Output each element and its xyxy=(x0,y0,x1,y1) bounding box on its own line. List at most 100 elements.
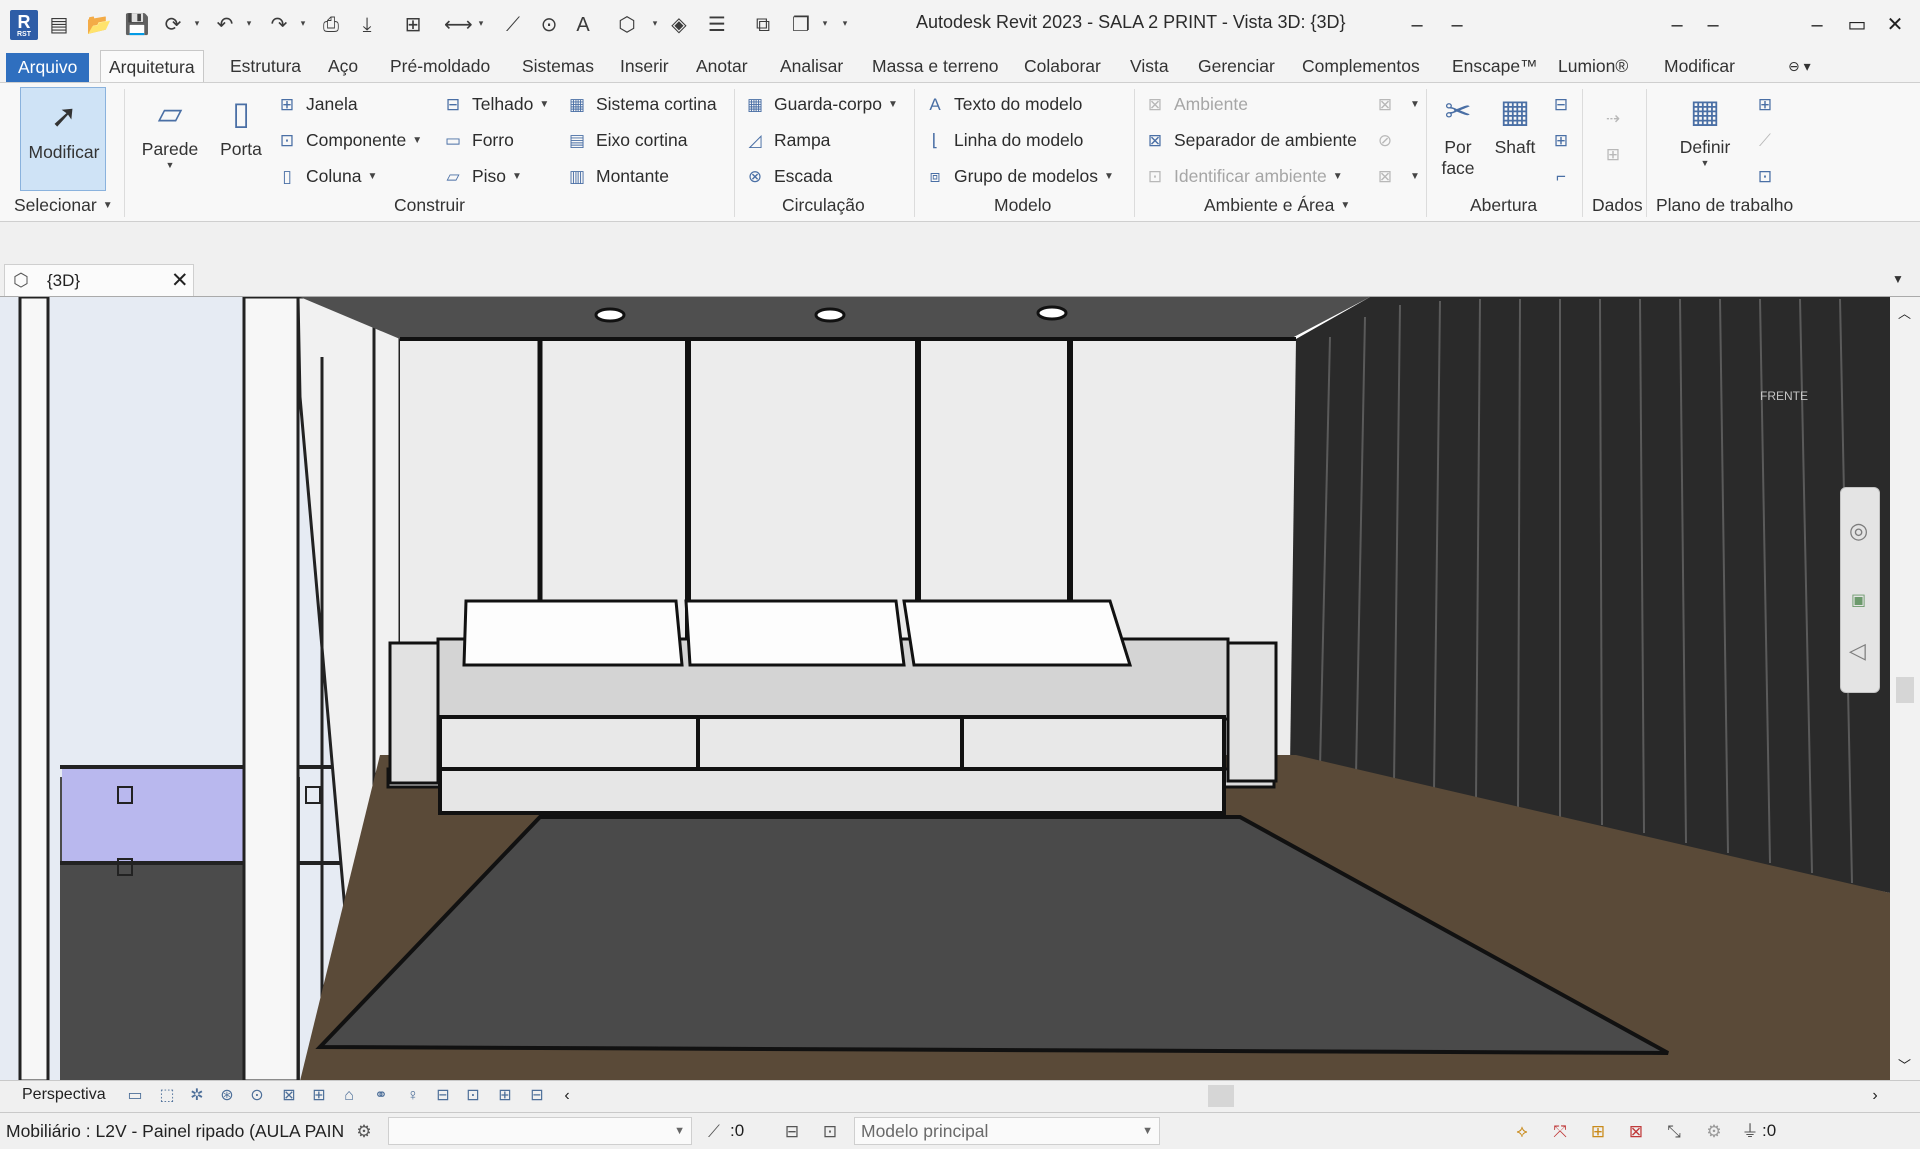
sync-icon[interactable]: ⟳ xyxy=(160,12,186,38)
tab-aco[interactable]: Aço xyxy=(320,50,366,82)
undo-dropdown-icon[interactable]: ▾ xyxy=(244,18,254,28)
measure-icon[interactable]: ⊞ xyxy=(400,12,426,38)
componente-button[interactable]: ⊡ Componente ▼ xyxy=(276,125,422,155)
forro-button[interactable]: ▭ Forro xyxy=(442,125,514,155)
3d-view-icon[interactable]: ⬡ xyxy=(614,12,640,38)
render-icon[interactable]: ⊙ xyxy=(246,1085,268,1107)
shadows-icon[interactable]: ⊛ xyxy=(216,1085,238,1107)
tab-arquivo[interactable]: Arquivo xyxy=(6,53,90,82)
spot-icon[interactable]: ⊙ xyxy=(536,12,562,38)
tab-vista[interactable]: Vista xyxy=(1122,50,1177,82)
crop-view-icon[interactable]: ⊠ xyxy=(278,1085,300,1107)
tag-area-button[interactable]: ⊠ ▼ xyxy=(1374,161,1420,191)
reveal-hidden-icon[interactable]: ♀ xyxy=(402,1085,424,1107)
show-constraints-icon[interactable]: ⊞ xyxy=(494,1085,516,1107)
close-icon[interactable]: ✕ xyxy=(1878,10,1912,40)
3d-view-dropdown-icon[interactable]: ▾ xyxy=(650,18,660,28)
design-options-icon[interactable]: ⊟ xyxy=(780,1120,804,1144)
sync-dropdown-icon[interactable]: ▾ xyxy=(192,18,202,28)
scroll-down-icon[interactable]: ﹀ xyxy=(1898,1055,1911,1074)
3d-viewport[interactable]: FRENTE ◎ ▣ ◁ ︿ ﹀ xyxy=(0,296,1920,1081)
viewer-button[interactable]: ⊡ xyxy=(1754,161,1784,191)
sun-path-icon[interactable]: ✲ xyxy=(186,1085,208,1107)
tab-enscape[interactable]: Enscape™ xyxy=(1444,50,1546,82)
selecionar-panel-label[interactable]: Selecionar ▼ xyxy=(14,193,113,217)
redo-dropdown-icon[interactable]: ▾ xyxy=(298,18,308,28)
horizontal-scroll-thumb[interactable] xyxy=(1208,1085,1234,1107)
tab-sistemas[interactable]: Sistemas xyxy=(514,50,602,82)
grupo-modelos-button[interactable]: ⧈ Grupo de modelos ▼ xyxy=(924,161,1114,191)
close-view-icon[interactable]: ✕ xyxy=(171,268,189,293)
text-icon[interactable]: A xyxy=(570,12,596,38)
vertical-opening-button[interactable]: ⊞ xyxy=(1550,125,1580,155)
select-underlay-icon[interactable]: ⤧ xyxy=(1548,1120,1572,1144)
customize-qat-icon[interactable]: ▾ xyxy=(840,18,850,28)
tab-inserir[interactable]: Inserir xyxy=(612,50,677,82)
linha-modelo-button[interactable]: ⌊ Linha do modelo xyxy=(924,125,1084,155)
exclude-options-icon[interactable]: ⊡ xyxy=(818,1120,842,1144)
info-minimize-2-icon[interactable]: – xyxy=(1696,10,1730,40)
eixo-cortina-button[interactable]: ▤ Eixo cortina xyxy=(566,125,687,155)
rampa-button[interactable]: ◿ Rampa xyxy=(744,125,830,155)
steering-wheel-icon[interactable]: ◎ xyxy=(1849,518,1868,544)
montante-button[interactable]: ▥ Montante xyxy=(566,161,669,191)
tab-analisar[interactable]: Analisar xyxy=(772,50,851,82)
texto-modelo-button[interactable]: A Texto do modelo xyxy=(924,89,1082,119)
editable-only-icon[interactable]: ⟋ xyxy=(702,1120,726,1144)
undo-icon[interactable]: ↶ xyxy=(212,12,238,38)
save-icon[interactable]: 💾 xyxy=(124,12,150,38)
tag-icon[interactable]: ⟋ xyxy=(500,12,526,38)
visual-style-icon[interactable]: ⬚ xyxy=(156,1085,178,1107)
tab-gerenciar[interactable]: Gerenciar xyxy=(1190,50,1283,82)
temp-hide-icon[interactable]: ⚭ xyxy=(370,1085,392,1107)
parede-button[interactable]: ▱ Parede ▼ xyxy=(138,93,202,170)
tab-lumion[interactable]: Lumion® xyxy=(1550,50,1636,82)
viewcube[interactable]: FRENTE xyxy=(1760,389,1808,403)
select-links-icon[interactable]: ⟡ xyxy=(1510,1120,1534,1144)
separador-ambiente-button[interactable]: ⊠ Separador de ambiente xyxy=(1144,125,1357,155)
switch-windows-icon[interactable]: ❐ xyxy=(788,12,814,38)
tab-anotar[interactable]: Anotar xyxy=(688,50,756,82)
worksharing-icon[interactable]: ⊡ xyxy=(462,1085,484,1107)
temp-view-props-icon[interactable]: ⊟ xyxy=(432,1085,454,1107)
revit-logo[interactable]: R RST xyxy=(10,10,38,40)
restore-icon[interactable]: ▭ xyxy=(1840,10,1874,40)
definir-button[interactable]: ▦ Definir ▼ xyxy=(1670,91,1740,168)
telhado-button[interactable]: ⊟ Telhado ▼ xyxy=(442,89,549,119)
show-crop-icon[interactable]: ⊞ xyxy=(308,1085,330,1107)
dormer-button[interactable]: ⌐ xyxy=(1550,161,1580,191)
tab-complementos[interactable]: Complementos xyxy=(1294,50,1428,82)
shaft-button[interactable]: ▦ Shaft xyxy=(1490,91,1540,158)
porta-button[interactable]: ▯ Porta xyxy=(210,93,272,160)
detail-level-icon[interactable]: ▭ xyxy=(124,1085,146,1107)
area-icon-button[interactable]: ⊠ ▼ xyxy=(1374,89,1420,119)
design-option-combo[interactable]: Modelo principal ▼ xyxy=(854,1117,1160,1145)
info-minimize-icon[interactable]: – xyxy=(1660,10,1694,40)
close-hidden-icon[interactable]: ⧉ xyxy=(750,12,776,38)
thin-lines-icon[interactable]: ☰ xyxy=(704,12,730,38)
scroll-left-icon[interactable]: ‹ xyxy=(556,1085,578,1107)
level-button[interactable]: ⇢ xyxy=(1602,103,1632,133)
select-pinned-icon[interactable]: ⊞ xyxy=(1586,1120,1610,1144)
tab-massa-terreno[interactable]: Massa e terreno xyxy=(864,50,1006,82)
ambiente-area-panel-label[interactable]: Ambiente e Área ▼ xyxy=(1204,193,1350,217)
guarda-corpo-button[interactable]: ▦ Guarda-corpo ▼ xyxy=(744,89,898,119)
identificar-ambiente-button[interactable]: ⊡ Identificar ambiente ▼ xyxy=(1144,161,1343,191)
orbit-icon[interactable]: ◁ xyxy=(1849,638,1866,664)
show-workplane-button[interactable]: ⊞ xyxy=(1754,89,1784,119)
select-by-face-icon[interactable]: ⊠ xyxy=(1624,1120,1648,1144)
background-process-icon[interactable]: ⚙ xyxy=(1702,1120,1726,1144)
janela-button[interactable]: ⊞ Janela xyxy=(276,89,358,119)
dimension-dropdown-icon[interactable]: ▾ xyxy=(476,18,486,28)
ambiente-button[interactable]: ⊠ Ambiente xyxy=(1144,89,1248,119)
filter-icon[interactable]: ⏚ xyxy=(1738,1120,1762,1144)
vertical-scrollbar[interactable]: ︿ ﹀ xyxy=(1890,297,1920,1081)
minimize-icon[interactable]: – xyxy=(1800,10,1834,40)
search-minimize-icon[interactable]: – xyxy=(1400,10,1434,40)
dimension-icon[interactable]: ⟷ xyxy=(444,12,473,38)
scroll-right-icon[interactable]: › xyxy=(1864,1085,1886,1107)
sistema-cortina-button[interactable]: ▦ Sistema cortina xyxy=(566,89,717,119)
grid-button[interactable]: ⊞ xyxy=(1602,139,1632,169)
tab-colaborar[interactable]: Colaborar xyxy=(1016,50,1109,82)
escada-button[interactable]: ⊗ Escada xyxy=(744,161,833,191)
